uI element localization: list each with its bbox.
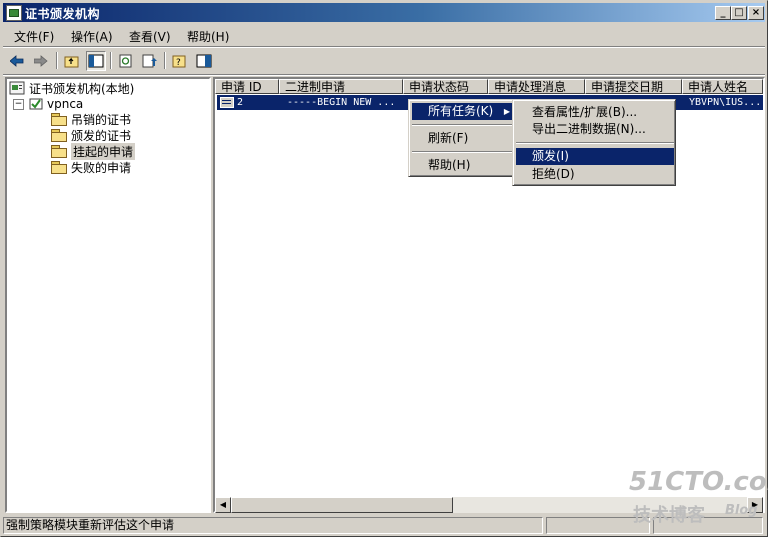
maximize-button[interactable]: □	[731, 6, 747, 20]
close-button[interactable]: ×	[748, 6, 764, 20]
certificate-authority-icon	[6, 5, 22, 21]
column-header[interactable]: 申请处理消息	[488, 79, 585, 94]
request-binary: -----BEGIN NEW ...	[287, 97, 396, 108]
menu-view-attributes[interactable]: 查看属性/扩展(B)...	[516, 104, 674, 121]
context-menu: 所有任务(K) ▶ 刷新(F) 帮助(H)	[408, 99, 516, 177]
column-header[interactable]: 申请人姓名	[682, 79, 763, 94]
all-tasks-submenu: 查看属性/扩展(B)... 导出二进制数据(N)... 颁发(I) 拒绝(D)	[512, 99, 676, 186]
column-header[interactable]: 申请提交日期	[585, 79, 682, 94]
tree-root-label: 证书颁发机构(本地)	[29, 81, 135, 96]
certificate-authority-icon	[9, 81, 25, 95]
menu-separator	[516, 142, 674, 144]
scroll-left-icon[interactable]: ◀	[215, 497, 231, 513]
status-text: 强制策略模块重新评估这个申请	[3, 517, 543, 534]
minimize-button[interactable]: _	[715, 6, 731, 20]
export-list-icon[interactable]	[140, 51, 160, 71]
menu-action[interactable]: 操作(A)	[71, 28, 113, 45]
menu-bar: 文件(F) 操作(A) 查看(V) 帮助(H)	[3, 25, 765, 45]
mmc-window: 证书颁发机构 _ □ × 文件(F) 操作(A) 查看(V) 帮助(H) ? 证…	[0, 0, 768, 537]
back-arrow-icon[interactable]	[7, 51, 27, 71]
help-icon[interactable]: ?	[170, 51, 190, 71]
toolbar-divider	[3, 74, 765, 76]
tree-item-label: 吊销的证书	[71, 112, 132, 127]
toolbar: ?	[3, 48, 765, 74]
menu-export-binary[interactable]: 导出二进制数据(N)...	[516, 121, 674, 138]
tree-item-revoked[interactable]: 吊销的证书	[51, 111, 131, 127]
menu-file[interactable]: 文件(F)	[14, 28, 54, 45]
toolbar-separator	[164, 52, 166, 69]
watermark-blog: Blog	[725, 503, 758, 518]
menu-refresh[interactable]: 刷新(F)	[412, 130, 514, 147]
tree-node-vpnca-label: vpnca	[47, 97, 84, 111]
toolbar-separator	[56, 52, 58, 69]
column-header[interactable]: 申请 ID	[215, 79, 279, 94]
column-header[interactable]: 申请状态码	[403, 79, 488, 94]
requester-name: YBVPN\IUS...	[689, 97, 762, 108]
folder-icon	[51, 113, 67, 126]
menu-help[interactable]: 帮助(H)	[187, 28, 229, 45]
request-icon	[220, 97, 234, 108]
collapse-icon[interactable]: −	[13, 98, 24, 110]
svg-text:?: ?	[176, 58, 181, 68]
window-title: 证书颁发机构	[25, 7, 101, 21]
request-id: 2	[237, 97, 244, 108]
folder-icon	[51, 129, 67, 142]
scroll-thumb[interactable]	[231, 497, 453, 513]
show-hide-tree-icon[interactable]	[86, 51, 106, 71]
menu-deny[interactable]: 拒绝(D)	[516, 166, 674, 183]
watermark-logo: 51CTO.com	[629, 467, 768, 497]
menu-view[interactable]: 查看(V)	[129, 28, 171, 45]
tree-item-issued[interactable]: 颁发的证书	[51, 127, 131, 143]
refresh-icon[interactable]	[116, 51, 136, 71]
submenu-arrow-icon: ▶	[503, 107, 510, 116]
tree-item-label: 挂起的申请	[71, 142, 136, 160]
tree-root[interactable]: 证书颁发机构(本地)	[9, 80, 134, 96]
up-one-level-icon[interactable]	[62, 51, 82, 71]
open-folder-icon	[51, 145, 67, 158]
menu-issue[interactable]: 颁发(I)	[516, 148, 674, 165]
ca-server-icon	[29, 98, 43, 110]
menu-item-label: 所有任务(K)	[428, 104, 494, 118]
menu-all-tasks[interactable]: 所有任务(K) ▶	[412, 103, 514, 120]
menu-help-item[interactable]: 帮助(H)	[412, 157, 514, 174]
menu-separator	[412, 151, 514, 153]
tree-item-label: 失败的申请	[71, 160, 132, 175]
folder-icon	[51, 161, 67, 174]
tree-item-pending[interactable]: 挂起的申请	[51, 142, 136, 160]
column-header[interactable]: 二进制申请	[279, 79, 403, 94]
tree-item-failed[interactable]: 失败的申请	[51, 159, 131, 175]
title-bar[interactable]: 证书颁发机构 _ □ ×	[3, 3, 765, 22]
watermark-subtitle: 技术博客	[633, 505, 705, 526]
tree-item-label: 颁发的证书	[71, 128, 132, 143]
show-action-pane-icon[interactable]	[194, 51, 214, 71]
tree-pane: 证书颁发机构(本地) − vpnca 吊销的证书 颁发的证书 挂起的申请 失败的…	[5, 77, 211, 513]
toolbar-separator	[110, 52, 112, 69]
menu-separator	[412, 124, 514, 126]
forward-arrow-icon[interactable]	[31, 51, 51, 71]
